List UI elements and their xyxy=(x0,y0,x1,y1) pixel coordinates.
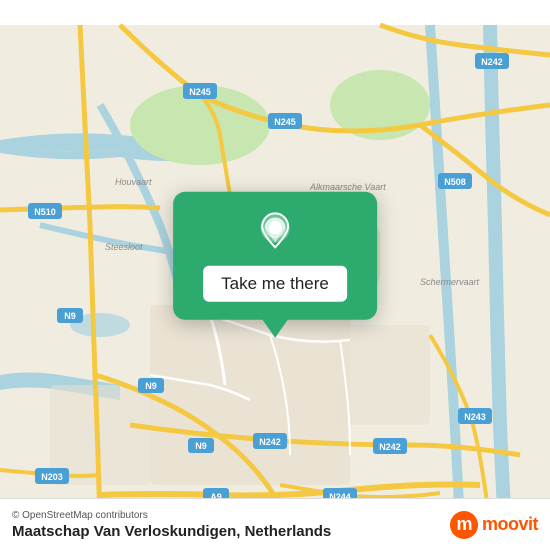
svg-text:N510: N510 xyxy=(34,207,56,217)
location-name: Maatschap Van Verloskundigen, Netherland… xyxy=(12,523,331,540)
svg-text:Houvaart: Houvaart xyxy=(115,177,152,187)
svg-text:N203: N203 xyxy=(41,472,63,482)
svg-text:N242: N242 xyxy=(259,437,281,447)
moovit-logo-text: moovit xyxy=(482,514,538,535)
take-me-there-button[interactable]: Take me there xyxy=(203,266,347,302)
svg-text:N242: N242 xyxy=(379,442,401,452)
svg-text:N508: N508 xyxy=(444,177,466,187)
map-container: N510 N9 N9 N9 N245 N245 N242 N508 N242 N… xyxy=(0,0,550,550)
svg-text:Schermervaart: Schermervaart xyxy=(420,277,480,287)
map-attribution: © OpenStreetMap contributors xyxy=(12,510,331,521)
svg-text:N9: N9 xyxy=(195,441,207,451)
svg-text:N9: N9 xyxy=(145,381,157,391)
svg-text:N242: N242 xyxy=(481,57,503,67)
svg-text:N245: N245 xyxy=(189,87,211,97)
svg-text:Alkmaarsche Vaart: Alkmaarsche Vaart xyxy=(309,182,386,192)
moovit-logo: m moovit xyxy=(450,511,538,539)
moovit-logo-icon: m xyxy=(450,511,478,539)
popup-card: Take me there xyxy=(173,192,377,320)
bottom-left: © OpenStreetMap contributors Maatschap V… xyxy=(12,510,331,540)
svg-text:N243: N243 xyxy=(464,412,486,422)
svg-text:N9: N9 xyxy=(64,311,76,321)
bottom-bar: © OpenStreetMap contributors Maatschap V… xyxy=(0,498,550,550)
svg-text:N245: N245 xyxy=(274,117,296,127)
svg-text:Steesloot: Steesloot xyxy=(105,242,143,252)
location-pin-icon xyxy=(254,212,296,254)
